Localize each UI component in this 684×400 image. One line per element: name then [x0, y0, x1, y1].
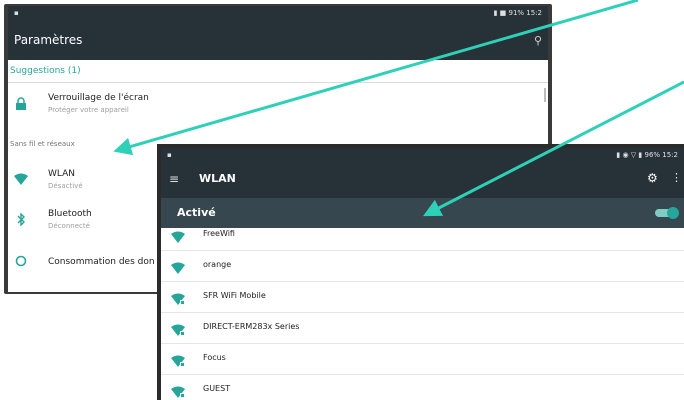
status-bar: ▪ ▮ ◉ ▽ ▮ 96% 15:2 — [161, 148, 684, 162]
more-vert-icon[interactable]: ⋮ — [671, 171, 682, 184]
wlan-master-toggle[interactable]: Activé — [161, 198, 684, 228]
bluetooth-icon — [14, 212, 28, 227]
wlan-switch[interactable] — [655, 207, 679, 219]
network-row[interactable]: Focus — [161, 344, 684, 375]
network-row[interactable]: SFR WiFi Mobile — [161, 282, 684, 313]
suggestions-header[interactable]: Suggestions (1) — [10, 66, 81, 76]
settings-item-summary: Désactivé — [48, 182, 83, 190]
divider — [8, 82, 548, 83]
wifi-lock-icon — [171, 383, 185, 398]
network-name: orange — [203, 260, 232, 269]
wifi-lock-icon — [171, 352, 185, 367]
network-row[interactable]: orange — [161, 251, 684, 282]
wifi-lock-icon — [171, 290, 185, 305]
gear-icon[interactable]: ⚙ — [647, 171, 658, 185]
notification-icon: ▪ — [14, 9, 19, 17]
settings-item-screen-lock[interactable]: Verrouillage de l'écran Protéger votre a… — [8, 88, 548, 122]
search-icon[interactable]: ⚲ — [534, 34, 542, 47]
settings-item-label: Bluetooth — [48, 209, 92, 219]
menu-icon[interactable]: ≡ — [169, 172, 179, 186]
section-header: Sans fil et réseaux — [10, 140, 75, 148]
network-name: Focus — [203, 353, 226, 362]
settings-item-label: Verrouillage de l'écran — [48, 93, 149, 103]
settings-item-summary: Déconnecté — [48, 222, 90, 230]
wifi-icon — [171, 259, 185, 274]
toggle-label: Activé — [177, 206, 216, 219]
network-name: SFR WiFi Mobile — [203, 291, 266, 300]
settings-app-bar: Paramètres ⚲ — [8, 20, 548, 60]
data-usage-icon — [14, 255, 28, 269]
wlan-screenshot: ▪ ▮ ◉ ▽ ▮ 96% 15:2 ≡ WLAN ⚙ ⋮ Activé Fre… — [157, 144, 684, 400]
page-title: WLAN — [199, 172, 236, 185]
wlan-app-bar: ≡ WLAN ⚙ ⋮ — [161, 162, 684, 198]
switch-knob — [667, 207, 679, 219]
network-row[interactable]: FreeWifi — [161, 228, 684, 251]
status-bar: ▪ ▮ ■ 91% 15:2 — [8, 6, 548, 20]
page-title: Paramètres — [14, 33, 83, 47]
network-name: FreeWifi — [203, 229, 235, 238]
settings-item-label: WLAN — [48, 169, 76, 179]
wifi-icon — [171, 228, 185, 243]
network-name: GUEST — [203, 384, 231, 393]
wifi-lock-icon — [171, 321, 185, 336]
status-indicators: ▮ ◉ ▽ ▮ 96% 15:2 — [616, 151, 678, 159]
network-name: DIRECT-ERM283x Series — [203, 322, 300, 331]
network-list: FreeWifi orange SFR WiFi Mobile DIRECT-ERM2… — [161, 228, 684, 400]
settings-item-summary: Protéger votre appareil — [48, 106, 129, 114]
status-indicators: ▮ ■ 91% 15:2 — [493, 9, 542, 17]
tutorial-composite: ▪ ▮ ■ 91% 15:2 Paramètres ⚲ Suggestions … — [0, 0, 684, 400]
lock-icon — [14, 97, 28, 111]
network-row[interactable]: DIRECT-ERM283x Series — [161, 313, 684, 344]
wifi-icon — [14, 173, 28, 187]
settings-item-label: Consommation des don — [48, 257, 155, 267]
notification-icon: ▪ — [167, 151, 172, 159]
network-row[interactable]: GUEST — [161, 375, 684, 400]
